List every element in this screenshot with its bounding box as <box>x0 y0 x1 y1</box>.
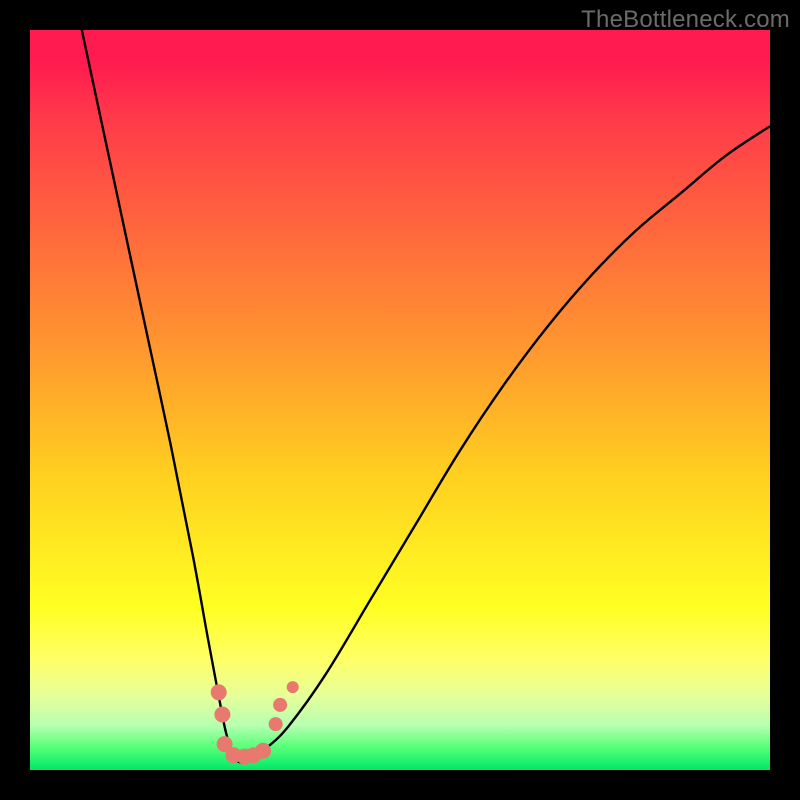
data-marker <box>214 707 230 723</box>
plot-area <box>30 30 770 770</box>
data-marker <box>273 698 287 712</box>
chart-frame: TheBottleneck.com <box>0 0 800 800</box>
data-marker <box>287 681 299 693</box>
data-marker <box>211 684 227 700</box>
data-marker <box>255 743 271 759</box>
watermark-text: TheBottleneck.com <box>581 6 790 34</box>
data-marker <box>269 717 283 731</box>
markers-svg <box>30 30 770 770</box>
